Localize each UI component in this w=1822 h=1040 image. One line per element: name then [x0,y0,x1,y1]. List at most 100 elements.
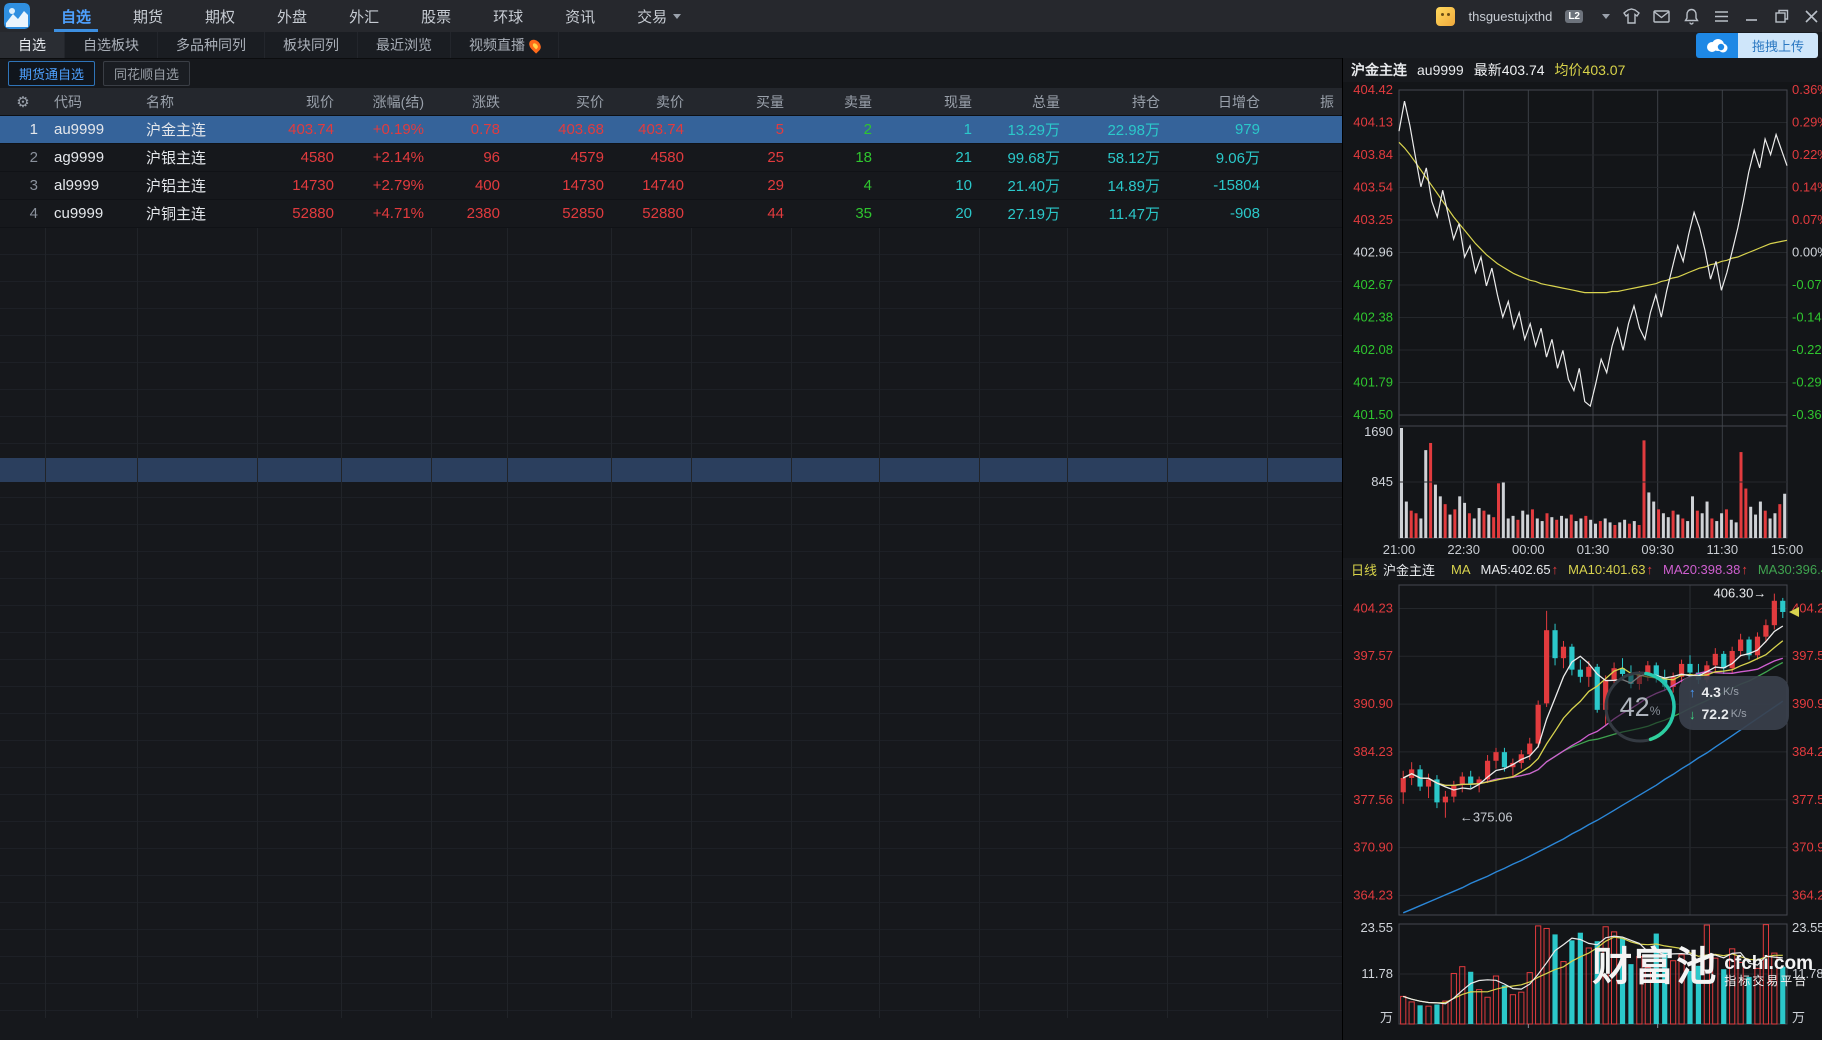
cell-名称: 沪金主连 [138,116,258,143]
svg-text:401.50: 401.50 [1353,407,1393,422]
menu-item-交易[interactable]: 交易 [616,0,702,32]
cell-现量: 20 [880,200,980,227]
close-icon[interactable] [1803,8,1820,25]
contract-code: au9999 [1417,62,1464,78]
intraday-chart[interactable]: 404.420.36%404.130.29%403.840.22%403.540… [1343,82,1822,558]
svg-text:401.79: 401.79 [1353,375,1393,390]
column-header-买价[interactable]: 买价 [508,88,612,115]
svg-text:22:30: 22:30 [1447,542,1480,557]
column-header-卖量[interactable]: 卖量 [792,88,880,115]
menu-item-外盘[interactable]: 外盘 [256,0,328,32]
menu-item-环球[interactable]: 环球 [472,0,544,32]
menu-item-股票[interactable]: 股票 [400,0,472,32]
menu-item-资讯[interactable]: 资讯 [544,0,616,32]
drag-upload-button[interactable]: 拖拽上传 [1696,33,1818,58]
svg-text:-0.36%: -0.36% [1792,407,1822,422]
svg-text:-0.14%: -0.14% [1792,310,1822,325]
cell-涨跌: 400 [432,172,508,199]
highlighted-empty-row[interactable] [0,458,1342,482]
column-header-涨跌[interactable]: 涨跌 [432,88,508,115]
menu-item-自选[interactable]: 自选 [40,0,112,32]
column-header-持仓[interactable]: 持仓 [1068,88,1168,115]
cell-振 [1268,116,1342,143]
cell-卖价: 4580 [612,144,692,171]
cell-买价: 14730 [508,172,612,199]
app-window: 自选期货期权外盘外汇股票环球资讯交易 thsguestujxthd L2 [0,0,1822,1040]
app-logo-icon[interactable] [4,3,30,29]
column-header-日增仓[interactable]: 日增仓 [1168,88,1268,115]
table-row-cu9999[interactable]: 4cu9999沪铜主连52880+4.71%238052850528804435… [0,200,1342,228]
subtab-同花顺自选[interactable]: 同花顺自选 [103,61,190,86]
column-header-现价[interactable]: 现价 [258,88,342,115]
user-caret-icon[interactable] [1602,14,1610,19]
column-header-振[interactable]: 振 [1268,88,1342,115]
topbar-right-cluster: thsguestujxthd L2 [1436,7,1822,26]
menu-item-外汇[interactable]: 外汇 [328,0,400,32]
tab-自选[interactable]: 自选 [0,32,65,58]
cell-总量: 99.68万 [980,144,1068,171]
table-row-al9999[interactable]: 3al9999沪铝主连14730+2.79%400147301474029410… [0,172,1342,200]
column-header-现量[interactable]: 现量 [880,88,980,115]
tab-自选板块[interactable]: 自选板块 [65,32,158,58]
column-header-卖价[interactable]: 卖价 [612,88,692,115]
table-row-au9999[interactable]: 1au9999沪金主连403.74+0.19%0.78403.68403.745… [0,116,1342,144]
menu-item-期权[interactable]: 期权 [184,0,256,32]
list-menu-icon[interactable] [1713,8,1730,25]
cell-总量: 21.40万 [980,172,1068,199]
cell-持仓: 14.89万 [1068,172,1168,199]
cell-涨幅(结): +2.79% [342,172,432,199]
period-selector[interactable]: 日线 [1351,560,1377,579]
cell-日增仓: 9.06万 [1168,144,1268,171]
menu-item-期货[interactable]: 期货 [112,0,184,32]
user-avatar[interactable] [1436,7,1455,26]
cell-卖价: 52880 [612,200,692,227]
mail-icon[interactable] [1653,8,1670,25]
cell-日增仓: 979 [1168,116,1268,143]
tab-视频直播[interactable]: 视频直播 [451,32,559,58]
cell-现价: 14730 [258,172,342,199]
ma-legend-MA10: MA10:401.63↑ [1568,562,1653,577]
column-header-名称[interactable]: 名称 [138,88,258,115]
svg-text:404.23: 404.23 [1353,600,1393,615]
table-row-ag9999[interactable]: 2ag9999沪银主连4580+2.14%964579458025182199.… [0,144,1342,172]
bell-icon[interactable] [1683,8,1700,25]
column-header-买量[interactable]: 买量 [692,88,792,115]
username[interactable]: thsguestujxthd [1468,9,1552,24]
cell-现价: 52880 [258,200,342,227]
tab-最近浏览[interactable]: 最近浏览 [358,32,451,58]
svg-text:384.2: 384.2 [1792,744,1822,759]
svg-text:-0.29%: -0.29% [1792,375,1822,390]
svg-text:23.55: 23.55 [1360,920,1393,935]
chart-panel: 沪金主连 au9999 最新403.74 均价403.07 404.420.36… [1342,58,1822,1040]
column-separator [1167,228,1168,1018]
column-header-总量[interactable]: 总量 [980,88,1068,115]
tab-多品种同列[interactable]: 多品种同列 [158,32,265,58]
table-header: ⚙代码名称现价涨幅(结)涨跌买价卖价买量卖量现量总量持仓日增仓振 [0,88,1342,116]
svg-text:377.5: 377.5 [1792,792,1822,807]
ma-legend-MA: MA [1451,562,1471,577]
main-content: 期货通自选同花顺自选 ⚙代码名称现价涨幅(结)涨跌买价卖价买量卖量现量总量持仓日… [0,58,1822,1040]
column-header-涨幅(结)[interactable]: 涨幅(结) [342,88,432,115]
svg-text:364.23: 364.23 [1353,887,1393,902]
cell-涨幅(结): +2.14% [342,144,432,171]
table-settings-gear-icon[interactable]: ⚙ [0,88,46,115]
cell-现量: 21 [880,144,980,171]
cell-日增仓: -908 [1168,200,1268,227]
minimize-icon[interactable] [1743,8,1760,25]
progress-percent: 42% [1601,668,1679,746]
svg-text:402.96: 402.96 [1353,245,1393,260]
skin-icon[interactable] [1623,8,1640,25]
cell-名称: 沪铜主连 [138,200,258,227]
cell-总量: 27.19万 [980,200,1068,227]
column-separator [611,228,612,1018]
cell-卖量: 2 [792,116,880,143]
tab-板块同列[interactable]: 板块同列 [265,32,358,58]
subtab-期货通自选[interactable]: 期货通自选 [8,61,95,86]
column-header-代码[interactable]: 代码 [46,88,138,115]
cell-idx: 2 [0,144,46,171]
svg-text:0.07%: 0.07% [1792,212,1822,227]
column-separator [137,228,138,1018]
cell-现价: 4580 [258,144,342,171]
restore-icon[interactable] [1773,8,1790,25]
svg-text:23.55: 23.55 [1792,920,1822,935]
